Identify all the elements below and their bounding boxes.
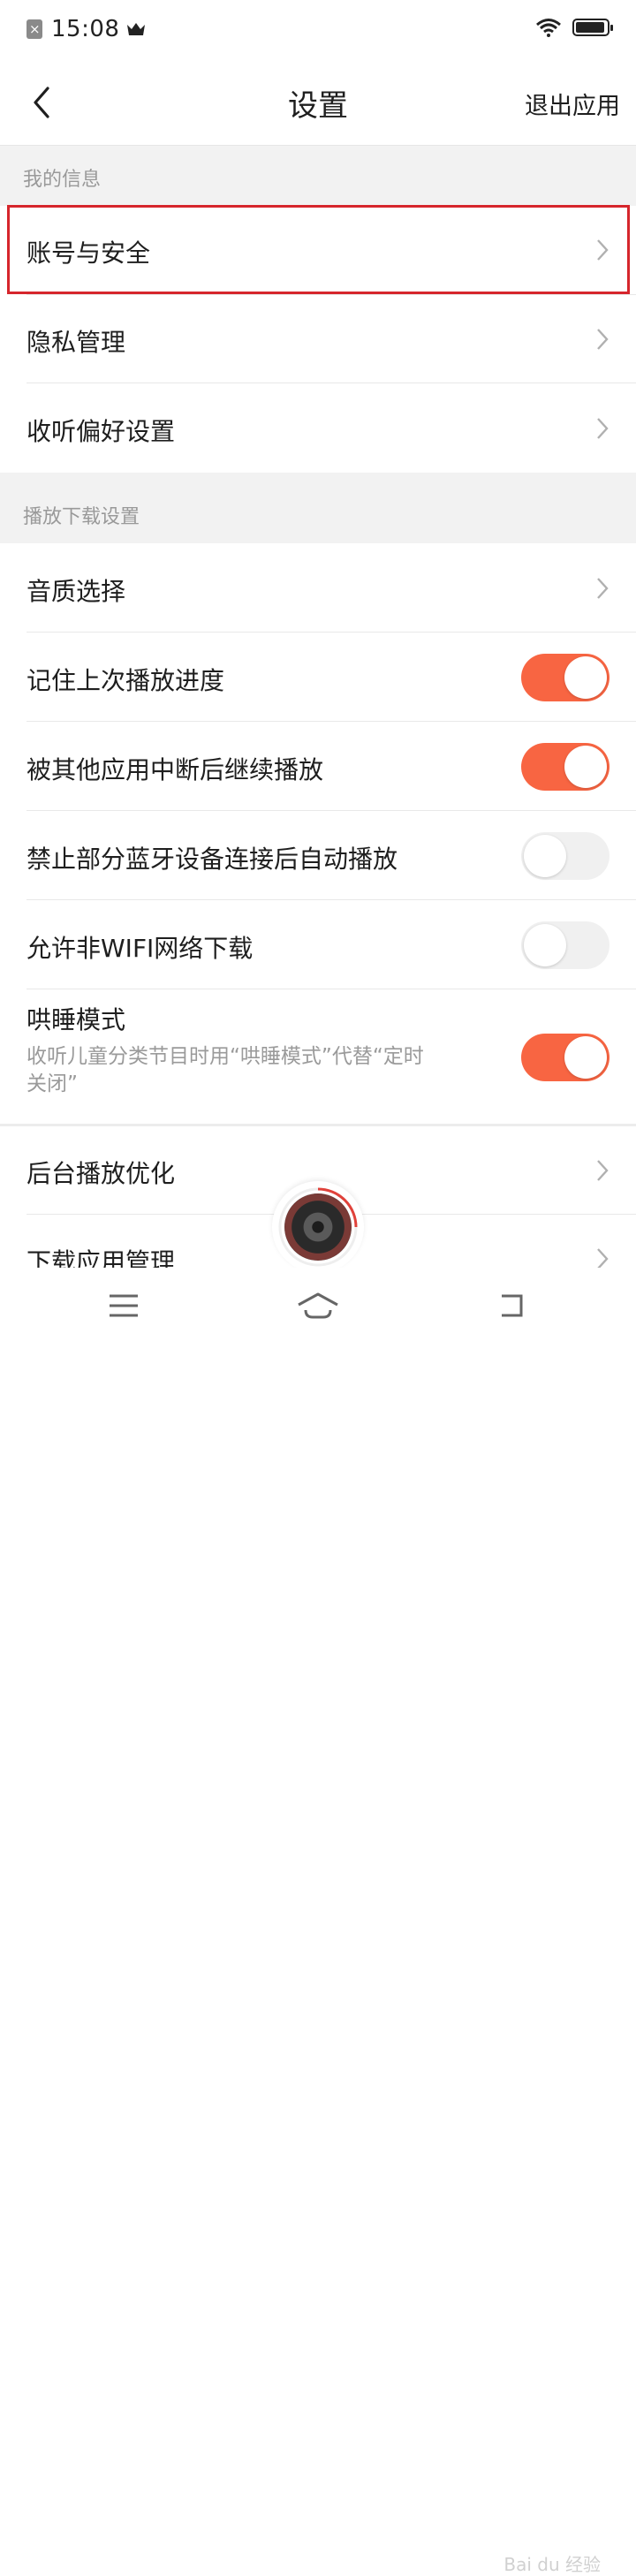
toggle-sleep-mode[interactable] [521, 1034, 610, 1081]
chevron-right-icon [597, 239, 609, 261]
toggle-knob [564, 746, 607, 788]
row-label: 下载应用管理 [26, 1247, 176, 1268]
toggle-remember-progress[interactable] [521, 654, 610, 701]
section-header-playback-download: 播放下载设置 [0, 473, 636, 543]
status-bar: 15:08 [0, 0, 636, 58]
toggle-block-bluetooth-autoplay[interactable] [521, 832, 610, 880]
home-icon [298, 1292, 338, 1319]
row-label: 记住上次播放进度 [26, 666, 225, 695]
crown-icon [127, 23, 146, 35]
row-label: 哄睡模式 [26, 1005, 126, 1034]
exit-app-button[interactable]: 退出应用 [525, 87, 620, 121]
row-label: 后台播放优化 [26, 1159, 176, 1188]
section-header-my-info: 我的信息 [0, 146, 636, 206]
back-icon [502, 1294, 523, 1317]
album-cover[interactable] [284, 1193, 352, 1261]
row-label: 收听偏好设置 [26, 417, 176, 446]
toggle-allow-non-wifi-download[interactable] [521, 921, 610, 969]
battery-icon [572, 19, 613, 36]
toggle-knob [524, 924, 566, 966]
nav-back-button[interactable] [486, 1284, 539, 1328]
row-remember-progress: 记住上次播放进度 [0, 633, 636, 722]
row-audio-quality[interactable]: 音质选择 [0, 543, 636, 633]
nav-home-button[interactable] [292, 1284, 344, 1328]
toggle-knob [524, 835, 566, 877]
row-label: 隐私管理 [26, 328, 126, 357]
row-privacy[interactable]: 隐私管理 [0, 295, 636, 383]
row-description: 收听儿童分类节目时用“哄睡模式”代替“定时关闭” [26, 1045, 424, 1095]
menu-icon [110, 1294, 138, 1317]
chevron-right-icon [597, 329, 609, 350]
row-label: 禁止部分蓝牙设备连接后自动播放 [26, 845, 398, 874]
mini-player[interactable] [272, 1181, 364, 1273]
system-nav-bar: Bai du 经验 [0, 1268, 636, 2575]
chevron-right-icon [597, 418, 609, 439]
row-label: 账号与安全 [26, 239, 151, 268]
toggle-resume-after-interrupt[interactable] [521, 743, 610, 791]
toggle-knob [564, 656, 607, 699]
toggle-knob [564, 1036, 607, 1079]
row-label: 允许非WIFI网络下载 [26, 934, 254, 963]
row-allow-non-wifi-download: 允许非WIFI网络下载 [0, 900, 636, 989]
chevron-right-icon [597, 1160, 609, 1181]
top-app-bar: 设置 退出应用 [0, 58, 636, 146]
row-account-security[interactable]: 账号与安全 [0, 206, 636, 295]
row-listening-preferences[interactable]: 收听偏好设置 [0, 383, 636, 473]
watermark: Bai du 经验 [504, 2554, 601, 2575]
section-title: 播放下载设置 [23, 506, 140, 528]
row-sleep-mode: 哄睡模式 收听儿童分类节目时用“哄睡模式”代替“定时关闭” [0, 989, 636, 1125]
row-label: 被其他应用中断后继续播放 [26, 755, 324, 784]
chevron-right-icon [597, 1248, 609, 1268]
row-label: 音质选择 [26, 577, 126, 606]
nav-menu-button[interactable] [97, 1284, 150, 1328]
row-resume-after-interrupt: 被其他应用中断后继续播放 [0, 722, 636, 811]
row-block-bluetooth-autoplay: 禁止部分蓝牙设备连接后自动播放 [0, 811, 636, 900]
wifi-icon [536, 19, 561, 37]
chevron-right-icon [597, 578, 609, 599]
sim-card-icon [26, 19, 42, 39]
status-time: 15:08 [51, 16, 120, 42]
section-title: 我的信息 [23, 169, 102, 191]
